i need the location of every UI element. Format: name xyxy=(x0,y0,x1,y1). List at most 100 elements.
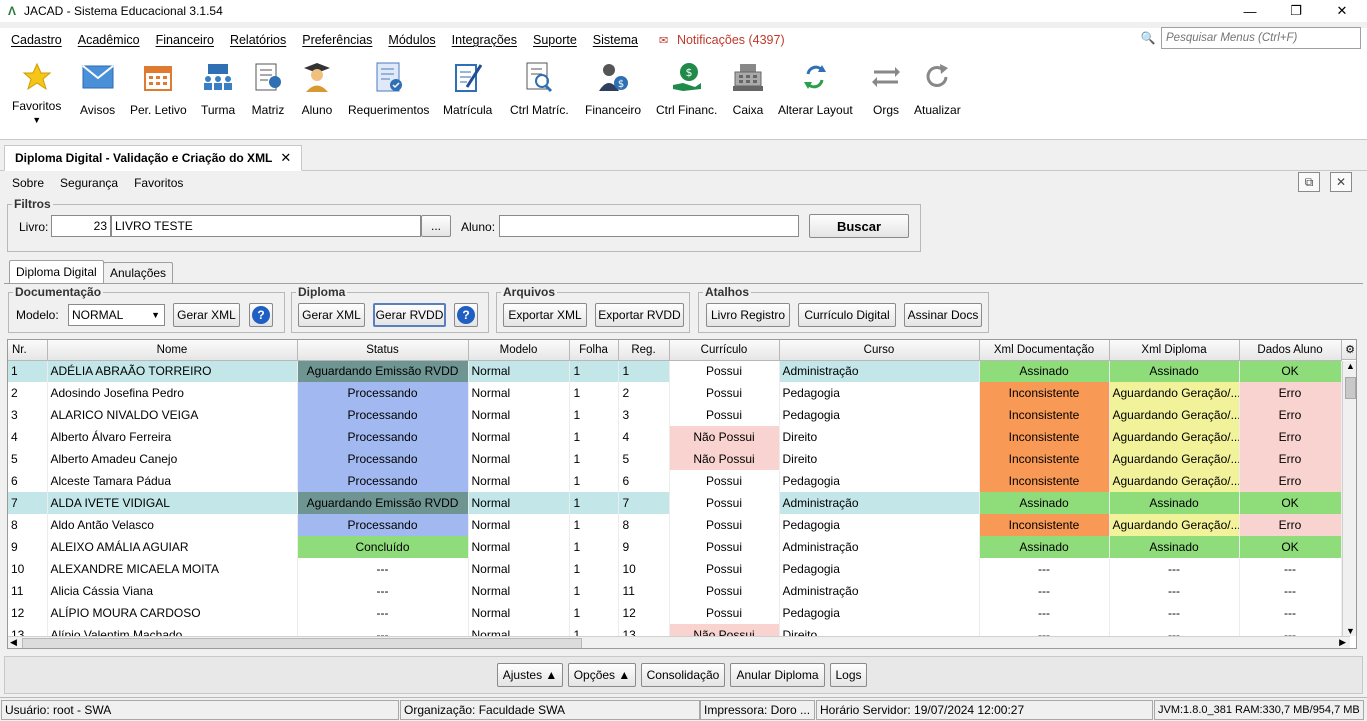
browse-livro-button[interactable]: ... xyxy=(421,215,451,237)
col-modelo[interactable]: Modelo xyxy=(468,340,570,361)
cell-folha: 1 xyxy=(569,492,619,514)
assinar-docs-button[interactable]: Assinar Docs xyxy=(904,303,982,327)
turma-button[interactable]: Turma xyxy=(201,60,235,117)
per-letivo-button[interactable]: Per. Letivo xyxy=(130,60,187,117)
table-row[interactable]: 5 Alberto Amadeu Canejo Processando Normal 1… xyxy=(8,448,1342,470)
matricula-button[interactable]: Matrícula xyxy=(443,60,492,117)
col-curso[interactable]: Curso xyxy=(779,340,980,361)
ajustes-button[interactable]: Ajustes ▲ xyxy=(497,663,563,687)
aluno-button[interactable]: Aluno xyxy=(300,60,334,117)
menu-modulos[interactable]: Módulos xyxy=(388,33,435,47)
menu-relatorios[interactable]: Relatórios xyxy=(230,33,286,47)
menu-integracoes[interactable]: Integrações xyxy=(452,33,517,47)
scroll-right-icon[interactable]: ▶ xyxy=(1339,637,1346,648)
cell-xml-diploma: Assinado xyxy=(1109,536,1240,558)
scroll-up-icon[interactable]: ▲ xyxy=(1343,361,1356,371)
documentacao-legend: Documentação xyxy=(13,285,104,299)
table-row[interactable]: 9 ALEIXO AMÁLIA AGUIAR Concluído Normal 1 9 Po… xyxy=(8,536,1342,558)
tab-diploma-digital[interactable]: Diploma Digital - Validação e Criação do… xyxy=(4,145,303,171)
livro-number-field[interactable]: 23 xyxy=(51,215,111,237)
table-row[interactable]: 11 Alicia Cássia Viana --- Normal 1 11 Possui A… xyxy=(8,580,1342,602)
avisos-button[interactable]: Avisos xyxy=(80,60,115,117)
logs-button[interactable]: Logs xyxy=(830,663,867,687)
buscar-button[interactable]: Buscar xyxy=(809,214,909,238)
menu-sistema[interactable]: Sistema xyxy=(593,33,638,47)
tab-diploma-digital-inner[interactable]: Diploma Digital xyxy=(9,260,104,283)
external-window-icon[interactable]: ⧉ xyxy=(1298,172,1320,192)
consolidacao-button[interactable]: Consolidação xyxy=(641,663,725,687)
table-row[interactable]: 7 ALDA IVETE VIDIGAL Aguardando Emissão RV… xyxy=(8,492,1342,514)
table-row[interactable]: 4 Alberto Álvaro Ferreira Processando Norma… xyxy=(8,426,1342,448)
diploma-gerar-rvdd-button[interactable]: Gerar RVDD xyxy=(373,303,446,327)
ctrl-matric-button[interactable]: Ctrl Matríc. xyxy=(510,60,569,117)
caixa-button[interactable]: Caixa xyxy=(731,60,765,117)
col-status[interactable]: Status xyxy=(297,340,469,361)
scroll-down-icon[interactable]: ▼ xyxy=(1343,626,1356,636)
table-row[interactable]: 12 ALÍPIO MOURA CARDOSO --- Normal 1 12 Possui… xyxy=(8,602,1342,624)
opcoes-button[interactable]: Opções ▲ xyxy=(568,663,636,687)
col-nome[interactable]: Nome xyxy=(47,340,298,361)
financeiro-button[interactable]: $ Financeiro xyxy=(585,60,641,117)
cell-modelo: Normal xyxy=(468,448,570,470)
cell-curriculo: Possui xyxy=(669,360,780,382)
modelo-select[interactable]: NORMAL ▼ xyxy=(68,304,165,326)
table-row[interactable]: 6 Alceste Tamara Pádua Processando Normal 1 6… xyxy=(8,470,1342,492)
orgs-button[interactable]: Orgs xyxy=(869,60,903,117)
col-folha[interactable]: Folha xyxy=(569,340,619,361)
maximize-button[interactable]: ❐ xyxy=(1273,0,1319,22)
diploma-gerar-xml-button[interactable]: Gerar XML xyxy=(298,303,365,327)
vertical-scrollbar[interactable]: ▲ ▼ xyxy=(1342,361,1356,636)
aluno-filter-input[interactable] xyxy=(499,215,799,237)
livro-name-field[interactable]: LIVRO TESTE xyxy=(111,215,421,237)
cell-nr: 1 xyxy=(8,360,48,382)
submenu-favoritos[interactable]: Favoritos xyxy=(134,176,183,190)
col-nr[interactable]: Nr. xyxy=(8,340,48,361)
favoritos-button[interactable]: Favoritos ▼ xyxy=(12,60,61,125)
submenu-sobre[interactable]: Sobre xyxy=(12,176,44,190)
close-icon[interactable]: ✕ xyxy=(280,150,291,166)
vertical-scroll-thumb[interactable] xyxy=(1345,377,1356,399)
col-reg[interactable]: Reg. xyxy=(618,340,670,361)
col-xml-diploma[interactable]: Xml Diploma xyxy=(1109,340,1240,361)
atualizar-button[interactable]: Atualizar xyxy=(914,60,961,117)
menu-financeiro[interactable]: Financeiro xyxy=(156,33,214,47)
table-row[interactable]: 10 ALEXANDRE MICAELA MOITA --- Normal 1 10 Pos… xyxy=(8,558,1342,580)
alterar-layout-button[interactable]: Alterar Layout xyxy=(778,60,853,117)
menu-preferencias[interactable]: Preferências xyxy=(302,33,372,47)
menu-suporte[interactable]: Suporte xyxy=(533,33,577,47)
table-row[interactable]: 8 Aldo Antão Velasco Processando Normal 1 8 Po… xyxy=(8,514,1342,536)
submenu-seguranca[interactable]: Segurança xyxy=(60,176,118,190)
exportar-xml-button[interactable]: Exportar XML xyxy=(503,303,587,327)
livro-registro-button[interactable]: Livro Registro xyxy=(706,303,790,327)
column-settings-icon[interactable]: ⚙ xyxy=(1342,340,1356,360)
table-row[interactable]: 1 ADÉLIA ABRAÃO TORREIRO Aguardando Emissã… xyxy=(8,360,1342,382)
menu-cadastro[interactable]: Cadastro xyxy=(11,33,62,47)
table-row[interactable]: 3 ALARICO NIVALDO VEIGA Processando Normal 1… xyxy=(8,404,1342,426)
minimize-button[interactable]: — xyxy=(1227,0,1273,22)
close-window-button[interactable]: ✕ xyxy=(1319,0,1365,22)
menu-search-input[interactable] xyxy=(1161,27,1361,49)
diploma-help-button[interactable]: ? xyxy=(454,303,478,327)
tab-anulacoes[interactable]: Anulações xyxy=(103,262,174,283)
col-xml-documentacao[interactable]: Xml Documentação xyxy=(979,340,1110,361)
col-dados-aluno[interactable]: Dados Aluno xyxy=(1239,340,1342,361)
cell-nome: ALEIXO AMÁLIA AGUIAR xyxy=(47,536,298,558)
curriculo-digital-button[interactable]: Currículo Digital xyxy=(798,303,896,327)
requerimentos-button[interactable]: Requerimentos xyxy=(348,60,429,117)
ctrl-financ-button[interactable]: $ Ctrl Financ. xyxy=(656,60,717,117)
horizontal-scrollbar[interactable]: ◀ ▶ xyxy=(8,636,1350,648)
horizontal-scroll-thumb[interactable] xyxy=(22,638,582,648)
doc-help-button[interactable]: ? xyxy=(249,303,273,327)
close-panel-icon[interactable]: ✕ xyxy=(1330,172,1352,192)
exportar-rvdd-button[interactable]: Exportar RVDD xyxy=(595,303,684,327)
table-row[interactable]: 2 Adosindo Josefina Pedro Processando Norma… xyxy=(8,382,1342,404)
anular-diploma-button[interactable]: Anular Diploma xyxy=(730,663,825,687)
cell-xml-diploma: Aguardando Geração/... xyxy=(1109,448,1240,470)
doc-gerar-xml-button[interactable]: Gerar XML xyxy=(173,303,240,327)
scroll-left-icon[interactable]: ◀ xyxy=(10,637,17,648)
col-curriculo[interactable]: Currículo xyxy=(669,340,780,361)
menu-academico[interactable]: Acadêmico xyxy=(78,33,140,47)
cell-status: Processando xyxy=(297,404,469,426)
matriz-button[interactable]: Matriz xyxy=(251,60,285,117)
notifications-link[interactable]: ✉ Notificações (4397) xyxy=(659,33,785,47)
